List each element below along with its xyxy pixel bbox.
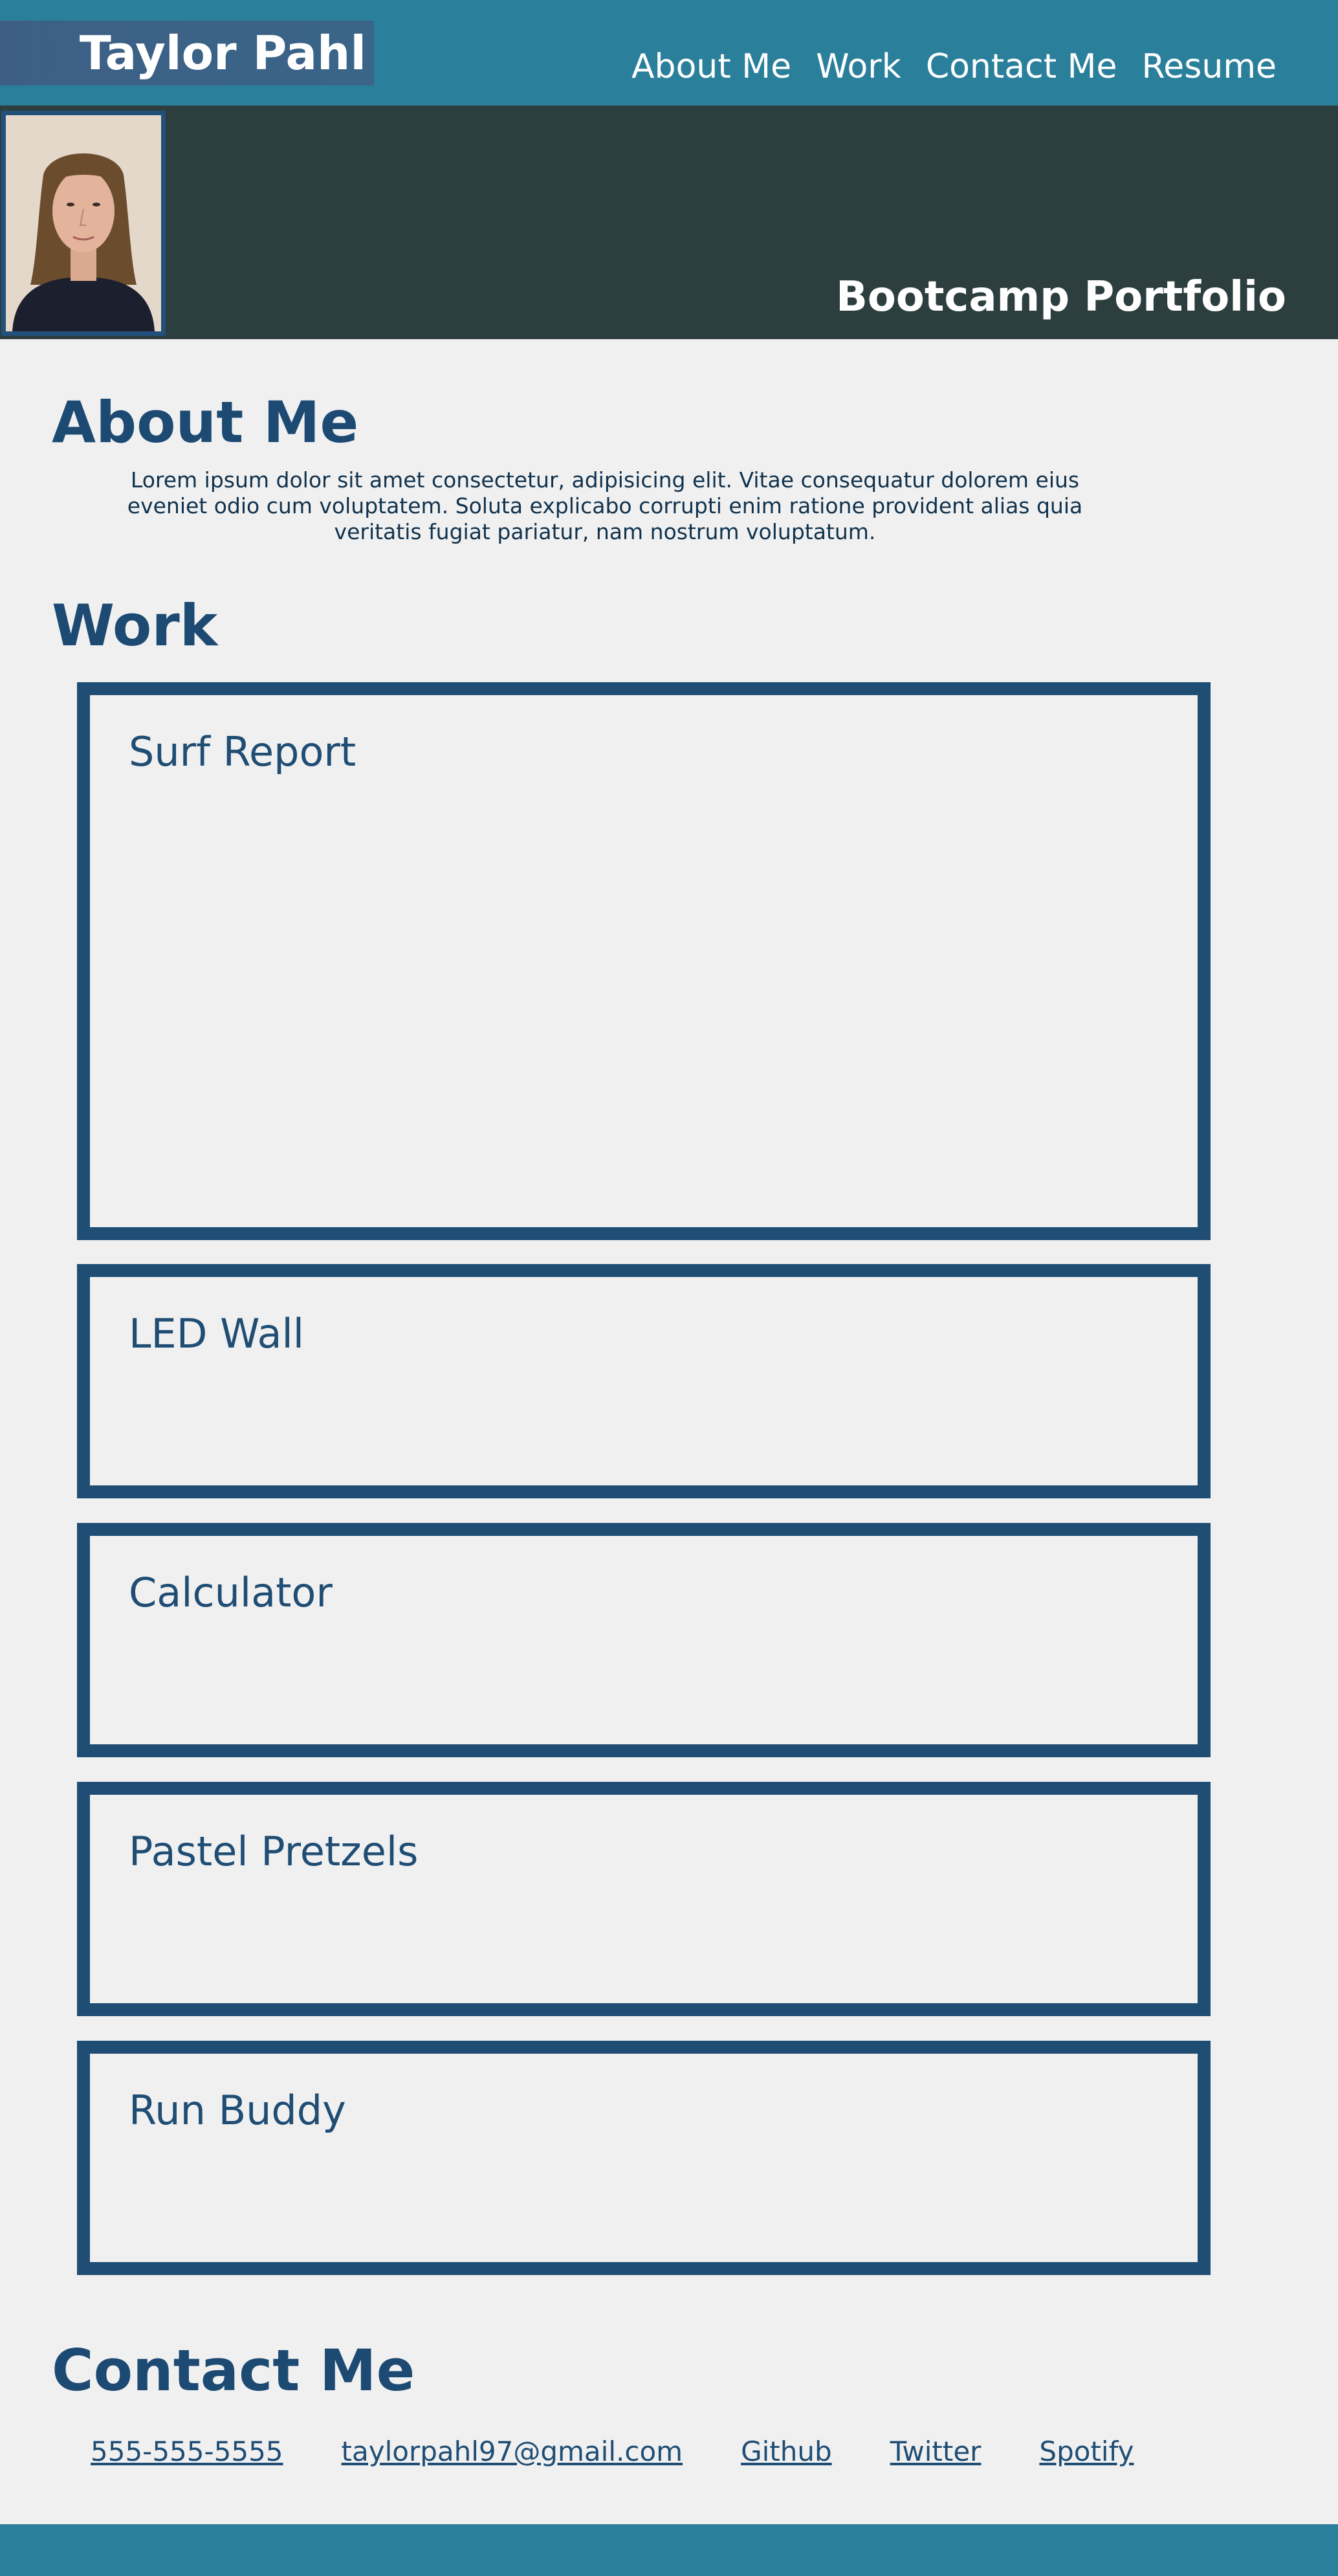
project-card-calculator[interactable]: Calculator (77, 1523, 1211, 1757)
nav-link-about-me[interactable]: About Me (631, 45, 791, 88)
project-title: LED Wall (129, 1310, 304, 1357)
top-navbar: Taylor Pahl About Me Work Contact Me Res… (0, 0, 1338, 105)
nav-link-resume[interactable]: Resume (1142, 45, 1277, 88)
about-heading: About Me (52, 389, 359, 456)
project-title: Calculator (129, 1569, 333, 1616)
contact-links: 555-555-5555 taylorpahl97@gmail.com Gith… (91, 2434, 1134, 2470)
about-paragraph: Lorem ipsum dolor sit amet consectetur, … (127, 467, 1083, 544)
profile-photo (1, 111, 166, 336)
hero-title: Bootcamp Portfolio (836, 273, 1286, 321)
contact-github-link[interactable]: Github (741, 2434, 832, 2470)
project-card-run-buddy[interactable]: Run Buddy (77, 2041, 1211, 2275)
contact-twitter-link[interactable]: Twitter (890, 2434, 982, 2470)
main-nav: About Me Work Contact Me Resume (631, 45, 1277, 88)
hero-banner: Bootcamp Portfolio (0, 105, 1338, 339)
project-card-pastel-pretzels[interactable]: Pastel Pretzels (77, 1782, 1211, 2016)
contact-email-link[interactable]: taylorpahl97@gmail.com (342, 2434, 683, 2470)
contact-phone-link[interactable]: 555-555-5555 (91, 2434, 283, 2470)
work-heading: Work (52, 592, 218, 659)
nav-link-contact-me[interactable]: Contact Me (926, 45, 1117, 88)
project-title: Run Buddy (129, 2087, 346, 2134)
project-card-surf-report[interactable]: Surf Report (77, 682, 1211, 1240)
site-brand[interactable]: Taylor Pahl (0, 21, 374, 85)
project-title: Surf Report (129, 728, 356, 775)
nav-link-work[interactable]: Work (816, 45, 901, 88)
contact-heading: Contact Me (52, 2337, 415, 2404)
project-card-led-wall[interactable]: LED Wall (77, 1264, 1211, 1498)
page-footer (0, 2524, 1338, 2576)
project-title: Pastel Pretzels (129, 1828, 419, 1875)
contact-spotify-link[interactable]: Spotify (1039, 2434, 1134, 2470)
